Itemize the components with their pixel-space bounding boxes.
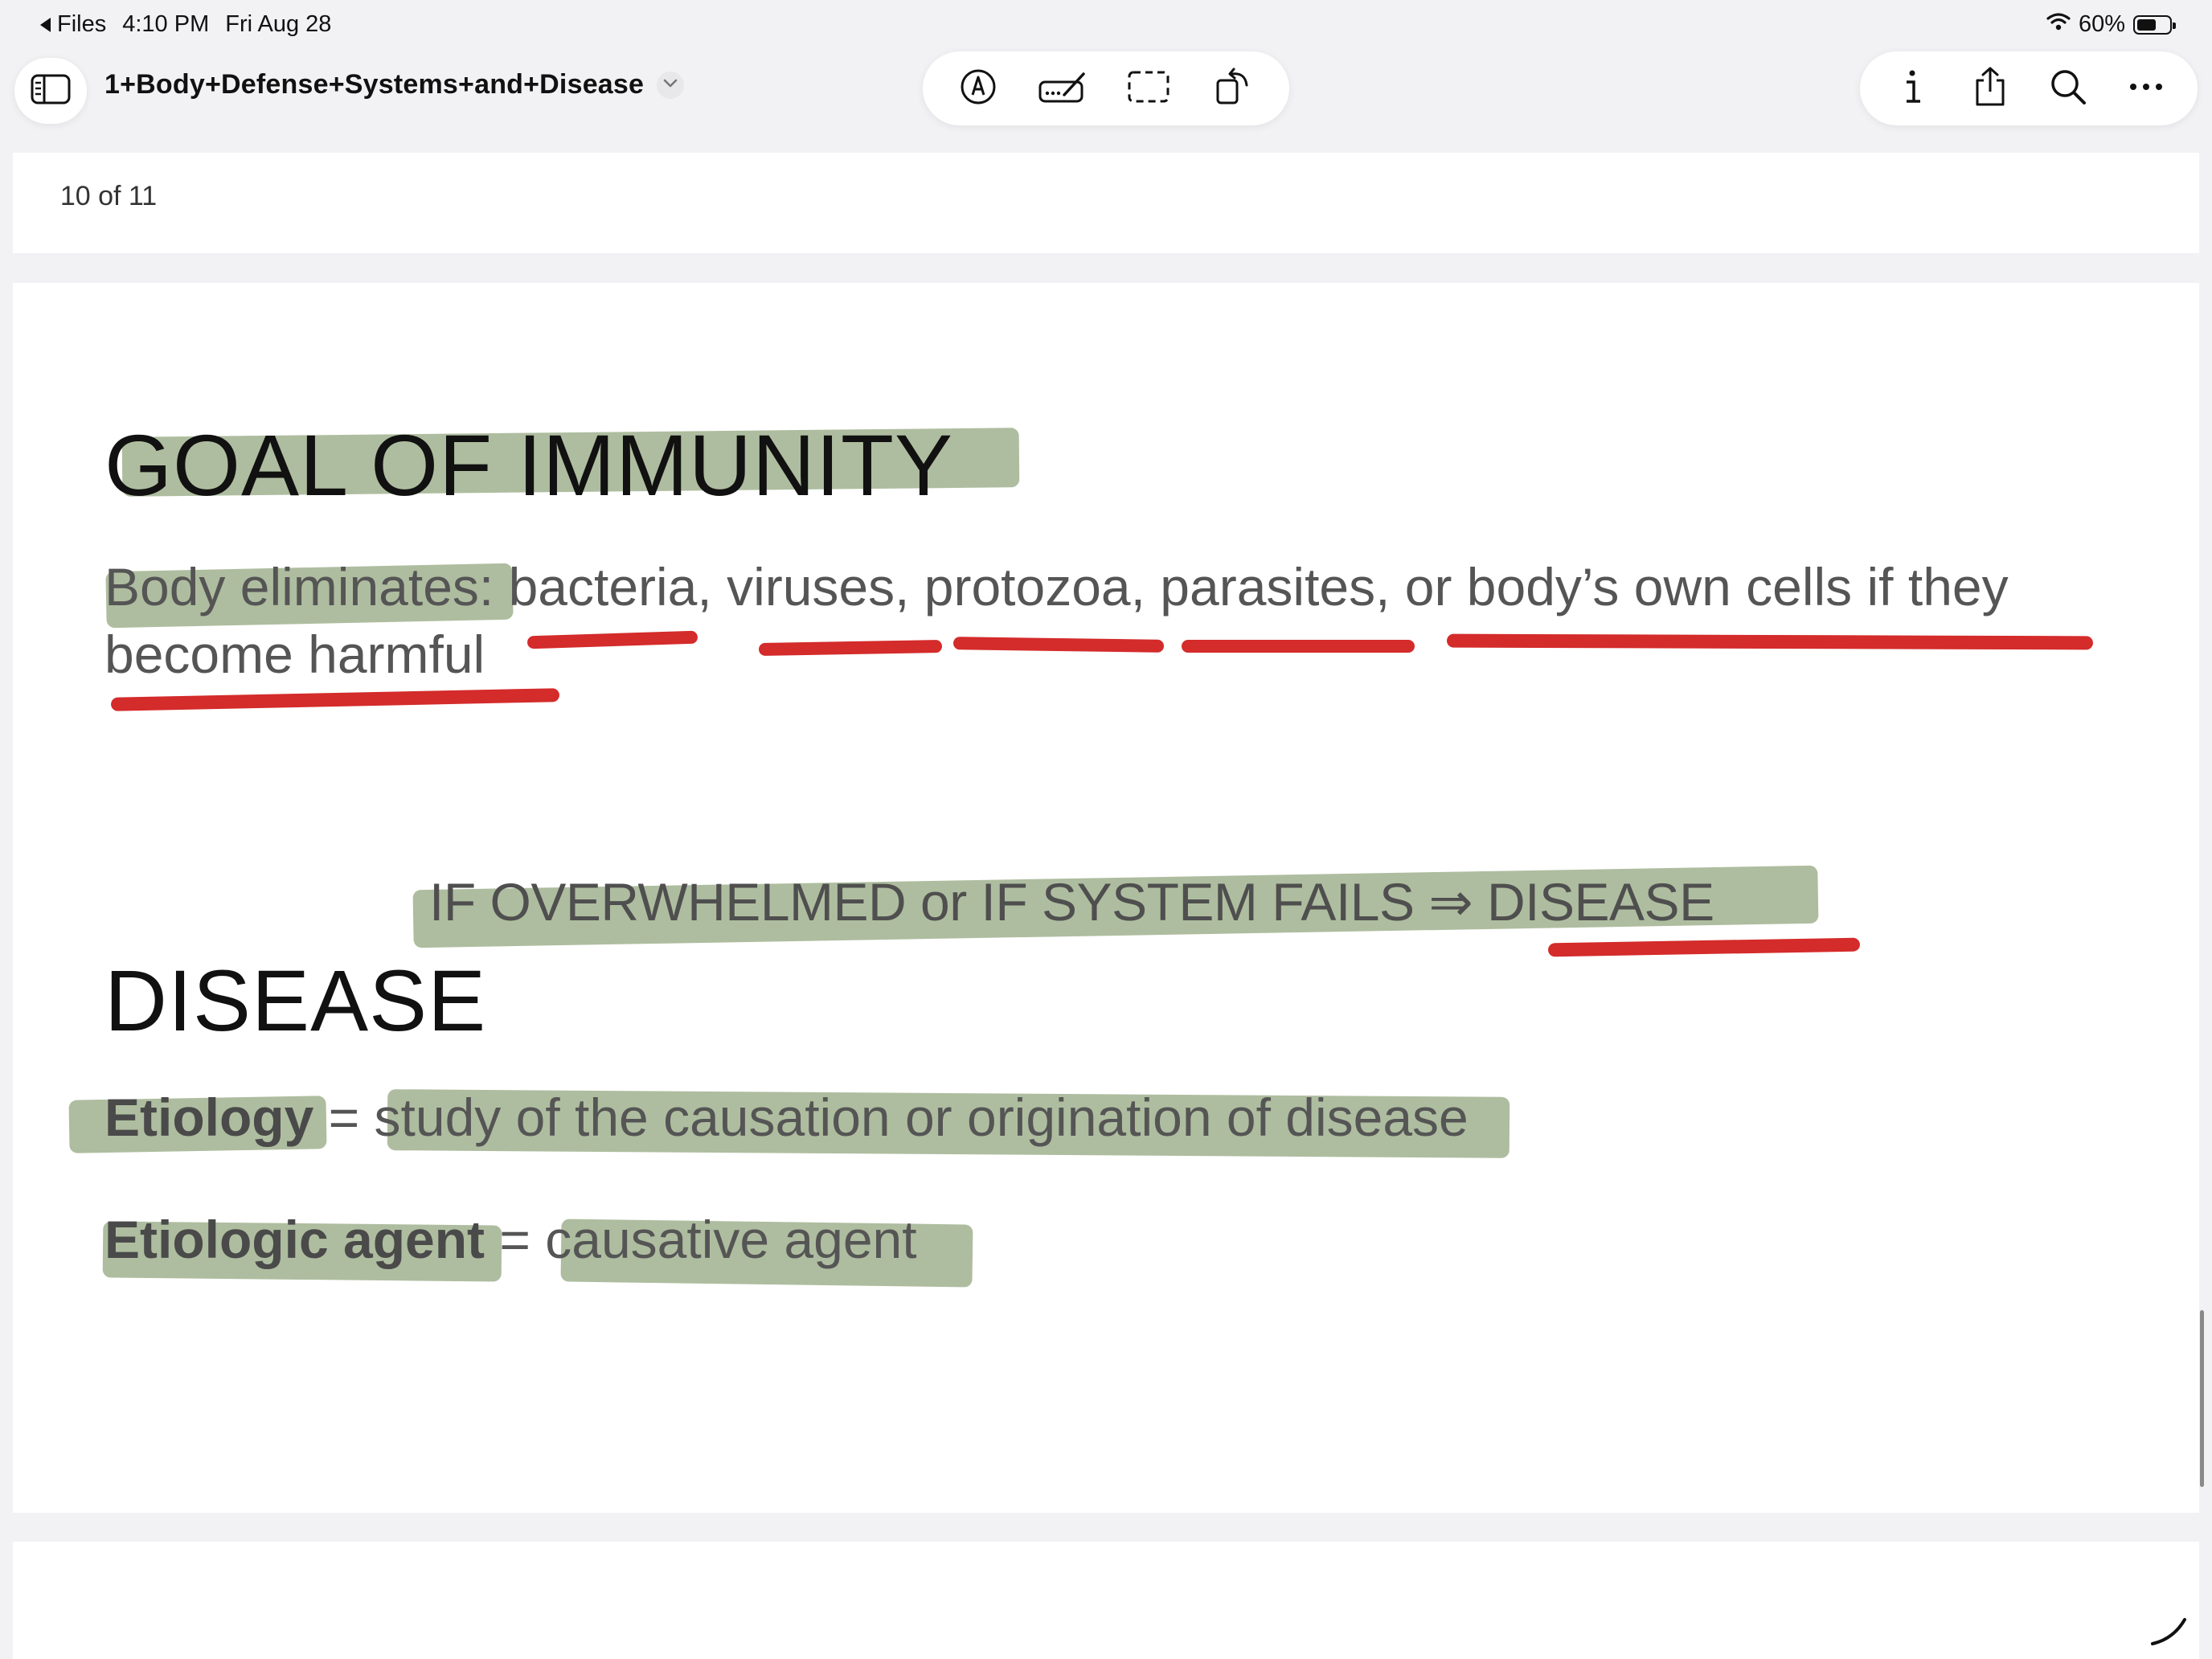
share-icon [1972,66,2008,112]
underline-body-own-cells [1446,633,2094,650]
share-button[interactable] [1964,63,2016,114]
underline-bacteria [526,630,698,649]
definition-etiology: Etiology = study of the causation or ori… [104,1087,1469,1148]
equals-1: = [313,1088,375,1147]
rotate-button[interactable] [1208,63,1260,114]
body-line-1-prefix: Body eliminates: [104,557,494,616]
markup-tools [923,51,1289,125]
document-title: 1+Body+Defense+Systems+and+Disease [104,69,645,100]
term-etiology: Etiology [104,1088,314,1147]
underline-protozoa [952,637,1165,653]
callout-disease: IF OVERWHELMED or IF SYSTEM FAILS ⇒ DISE… [429,872,1714,932]
underline-become-harmful [110,688,560,711]
battery-percent: 60% [2078,11,2125,37]
battery-fill [2137,18,2156,31]
more-button[interactable] [2120,63,2172,114]
definition-etiology-text: study of the causation or origination of… [374,1088,1469,1147]
body-line-2: become harmful [104,625,485,684]
markup-button[interactable] [952,63,1004,114]
status-bar: Files 4:10 PM Fri Aug 28 60% [0,0,2212,51]
next-page-top [13,1542,2199,1659]
status-time: 4:10 PM [122,11,210,37]
sidebar-icon [31,73,71,109]
sidebar-toggle-button[interactable] [14,58,87,124]
underline-parasites [1182,640,1415,653]
underline-disease-callout [1547,937,1861,957]
wifi-icon [2046,11,2071,38]
info-icon [1900,68,1924,110]
body-line-1-rest: bacteria, viruses, protozoa, parasites, … [494,557,2009,616]
definition-etiologic-agent: Etiologic agent = causative agent [104,1209,917,1270]
previous-page-bottom [13,153,2199,253]
title-menu-button[interactable] [657,71,685,99]
document-actions [1860,51,2198,125]
definition-etiologic-agent-text: causative agent [545,1210,917,1269]
back-arrow-icon [40,17,51,32]
back-to-files-button[interactable]: Files [40,11,106,38]
body-line-1: Body eliminates: bacteria, viruses, prot… [104,556,2009,617]
heading-disease: DISEASE [104,952,487,1049]
markup-pen-icon [959,68,997,110]
underline-viruses [758,640,943,656]
chevron-down-icon [663,78,678,92]
pencil-stroke-icon [2149,1615,2189,1651]
battery-nub [2173,22,2176,29]
status-right: 60% [2046,11,2176,38]
more-icon [2128,81,2164,96]
selection-button[interactable] [1123,63,1174,114]
pdf-page[interactable]: GOAL OF IMMUNITY Body eliminates: bacter… [13,283,2199,1513]
search-icon [2049,68,2087,110]
back-label: Files [57,11,107,37]
scroll-indicator[interactable] [2200,1310,2204,1487]
heading-goal-of-immunity: GOAL OF IMMUNITY [104,416,954,514]
status-left: Files 4:10 PM Fri Aug 28 [40,11,331,38]
info-button[interactable] [1886,63,1938,114]
term-etiologic-agent: Etiologic agent [104,1210,485,1269]
battery-icon [2133,14,2176,35]
search-button[interactable] [2042,63,2094,114]
document-title-menu[interactable]: 1+Body+Defense+Systems+and+Disease [104,69,685,100]
equals-2: = [485,1210,546,1269]
text-signature-button[interactable] [1038,63,1089,114]
rotate-icon [1215,68,1253,110]
page-indicator: 10 of 11 [32,166,185,227]
selection-icon [1127,69,1170,109]
text-signature-icon [1038,69,1088,109]
status-date: Fri Aug 28 [225,11,332,37]
